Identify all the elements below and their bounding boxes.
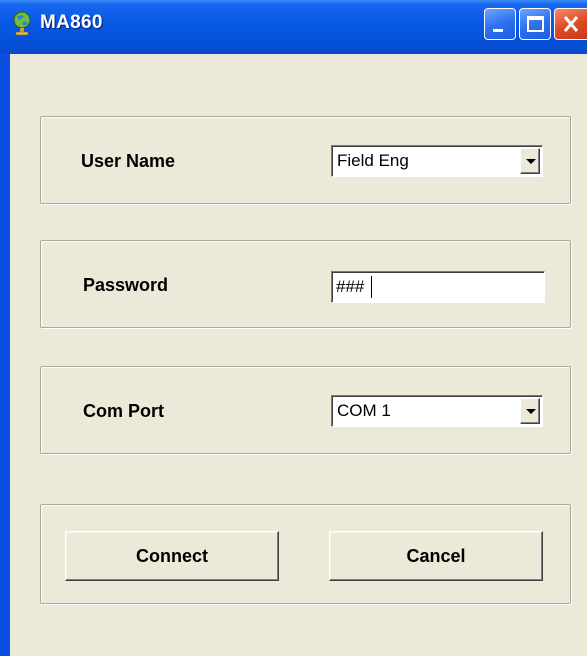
password-field[interactable]: ### xyxy=(331,271,545,303)
connect-button[interactable]: Connect xyxy=(65,531,279,581)
close-button[interactable] xyxy=(554,8,587,40)
com-port-group: Com Port COM 1 xyxy=(40,366,571,454)
password-value: ### xyxy=(336,277,365,296)
com-port-dropdown[interactable]: COM 1 xyxy=(331,395,543,427)
com-port-value: COM 1 xyxy=(337,401,391,420)
com-port-dropdown-button[interactable] xyxy=(520,398,540,424)
user-name-group: User Name Field Eng xyxy=(40,116,571,204)
user-name-dropdown[interactable]: Field Eng xyxy=(331,145,543,177)
window-title: MA860 xyxy=(40,12,103,33)
minimize-button[interactable] xyxy=(484,8,516,40)
maximize-button[interactable] xyxy=(519,8,551,40)
actions-group: Connect Cancel xyxy=(40,504,571,604)
password-group: Password ### xyxy=(40,240,571,328)
text-caret xyxy=(371,276,372,298)
com-port-label: Com Port xyxy=(83,401,164,421)
user-name-dropdown-button[interactable] xyxy=(520,148,540,174)
user-name-value: Field Eng xyxy=(337,151,409,170)
dialog-body: User Name Field Eng Password ### Com Por… xyxy=(10,54,587,656)
cancel-button[interactable]: Cancel xyxy=(329,531,543,581)
globe-icon xyxy=(10,10,36,36)
user-name-label: User Name xyxy=(81,151,176,171)
app-window: MA860 User Name Field Eng Password ### C… xyxy=(0,0,587,656)
title-bar[interactable]: MA860 xyxy=(0,0,587,54)
password-label: Password xyxy=(83,275,169,295)
